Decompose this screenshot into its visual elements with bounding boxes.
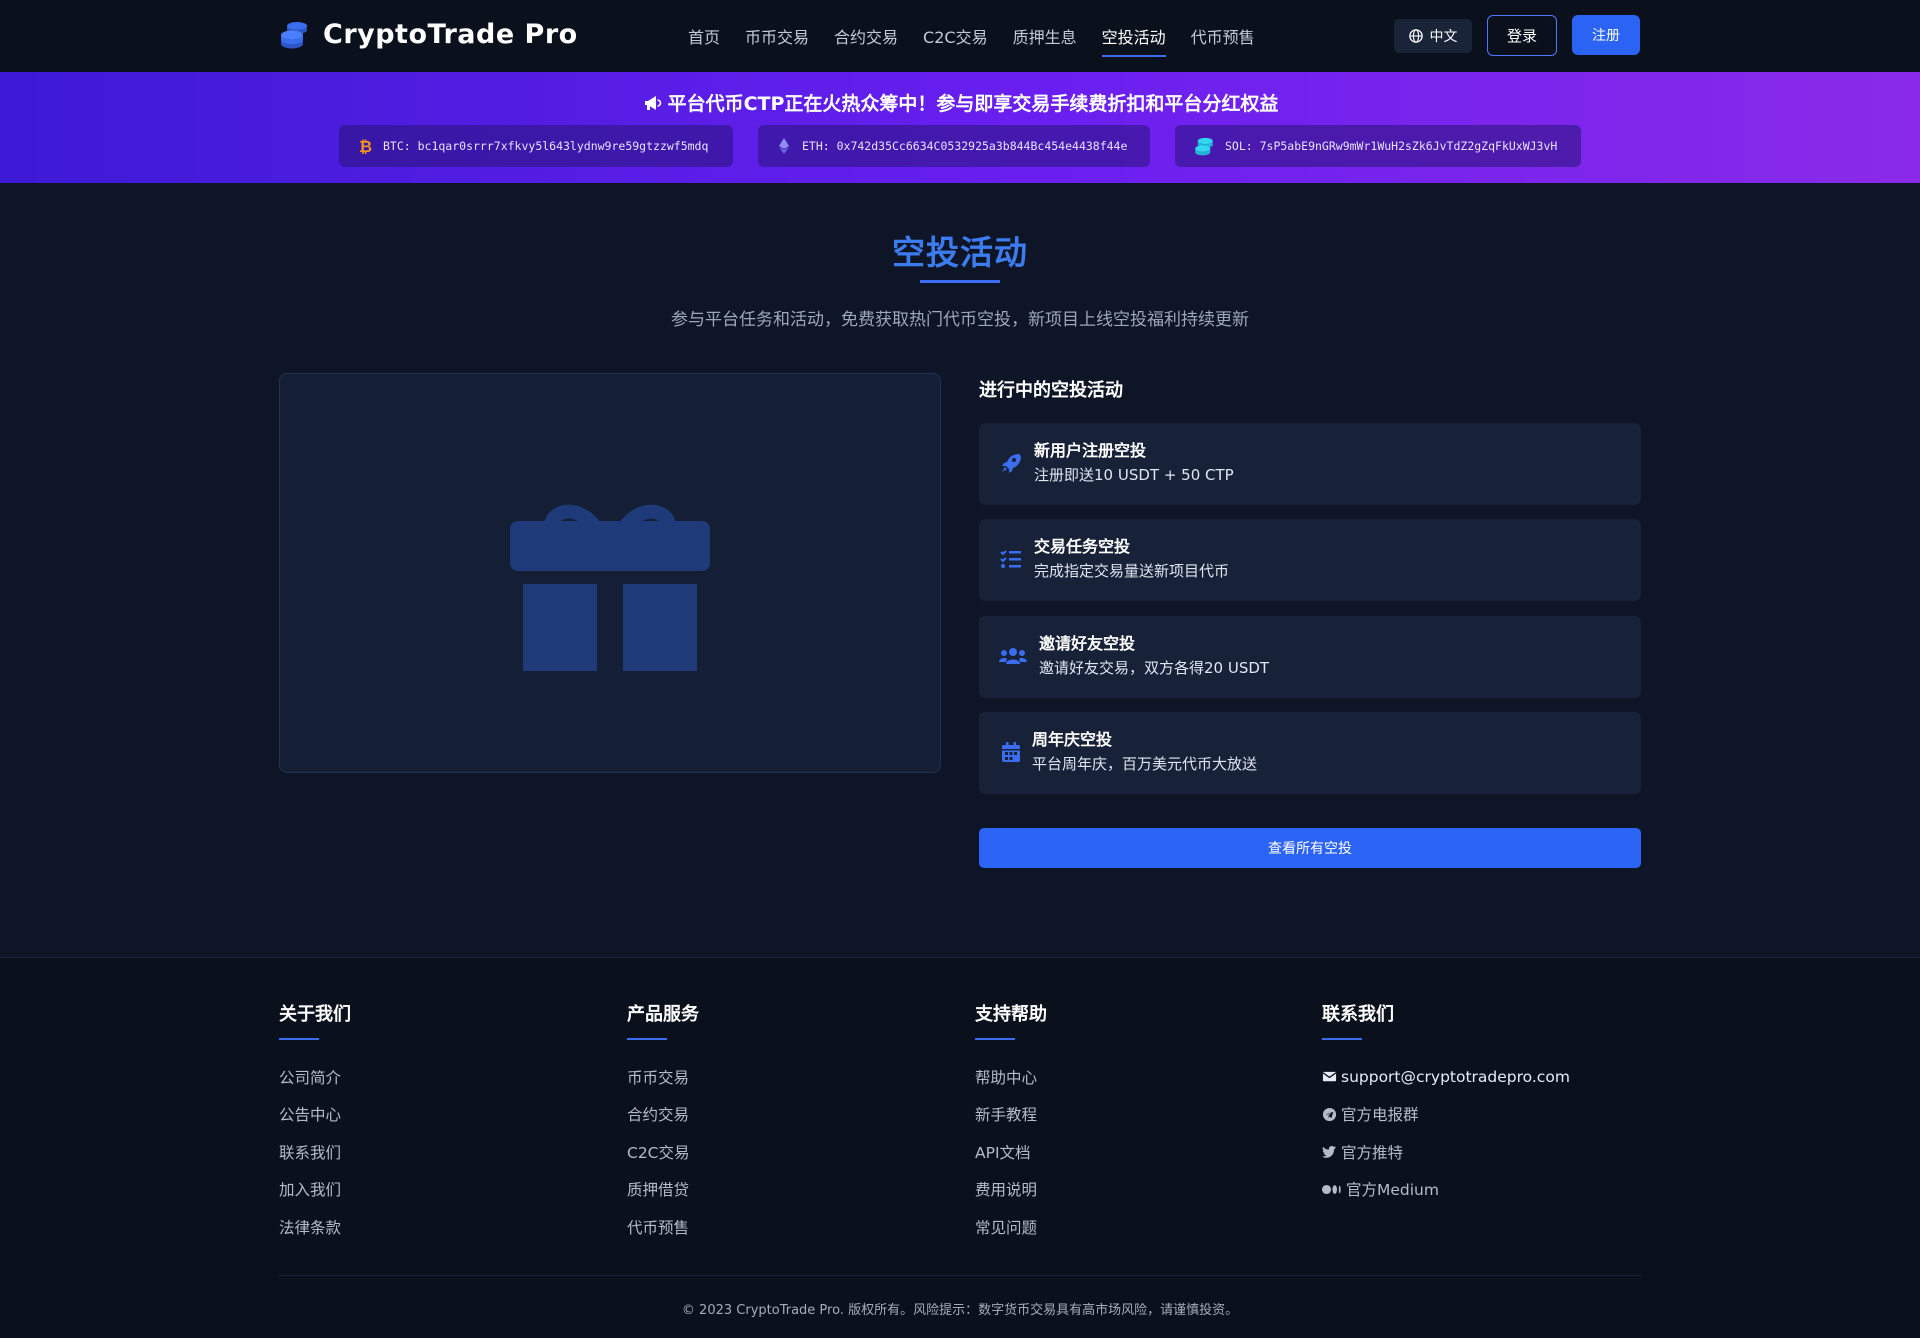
airdrop-item-invite-friends[interactable]: 邀请好友空投 邀请好友交易，双方各得20 USDT <box>979 616 1641 698</box>
footer-telegram-text: 官方电报群 <box>1341 1106 1419 1125</box>
airdrop-desc: 完成指定交易量送新项目代币 <box>1034 562 1230 580</box>
copyright-text: © 2023 CryptoTrade Pro. 版权所有。风险提示：数字货币交易… <box>681 1303 1239 1318</box>
footer-heading-underline <box>1322 1038 1362 1040</box>
nav-item-home[interactable]: 首页 <box>688 18 720 54</box>
footer-link[interactable]: 合约交易 <box>627 1096 957 1134</box>
footer-divider <box>279 1275 1641 1276</box>
login-button[interactable]: 登录 <box>1487 15 1557 56</box>
footer-heading: 联系我们 <box>1322 1004 1394 1025</box>
footer-heading-underline <box>279 1038 319 1040</box>
airdrop-name: 周年庆空投 <box>1032 730 1113 749</box>
airdrop-desc: 邀请好友交易，双方各得20 USDT <box>1039 659 1270 677</box>
eth-address-text: ETH: 0x742d35Cc6634C0532925a3b844Bc454e4… <box>802 139 1128 153</box>
footer-heading-underline <box>627 1038 667 1040</box>
footer-medium-text: 官方Medium <box>1346 1181 1439 1200</box>
footer-medium-link[interactable]: 官方Medium <box>1322 1171 1652 1209</box>
footer-column-about: 关于我们 公司简介 公告中心 联系我们 加入我们 法律条款 <box>279 1000 609 1246</box>
airdrop-item-new-user[interactable]: 新用户注册空投 注册即送10 USDT + 50 CTP <box>979 423 1641 505</box>
footer-email-text: support@cryptotradepro.com <box>1341 1067 1570 1086</box>
list-check-icon <box>1000 550 1021 568</box>
footer-column-contact: 联系我们 support@cryptotradepro.com 官方电报群 官方… <box>1322 1000 1652 1208</box>
btc-address[interactable]: ₿ BTC: bc1qar0srrr7xfkvy5l643lydnw9re59g… <box>339 125 733 167</box>
footer-heading-underline <box>975 1038 1015 1040</box>
nav-item-airdrop[interactable]: 空投活动 <box>1101 18 1166 57</box>
footer-twitter-text: 官方推特 <box>1341 1143 1404 1162</box>
footer-link[interactable]: 公司简介 <box>279 1058 609 1096</box>
footer-column-products: 产品服务 币币交易 合约交易 C2C交易 质押借贷 代币预售 <box>627 1000 957 1246</box>
title-underline <box>920 280 1000 283</box>
eth-address[interactable]: ETH: 0x742d35Cc6634C0532925a3b844Bc454e4… <box>758 125 1150 167</box>
airdrop-section: 空投活动 参与平台任务和活动，免费获取热门代币空投，新项目上线空投福利持续更新 … <box>0 183 1920 957</box>
airdrop-item-anniversary[interactable]: 周年庆空投 平台周年庆，百万美元代币大放送 <box>979 712 1641 794</box>
gift-illustration-card <box>279 373 941 773</box>
language-button[interactable]: 中文 <box>1394 19 1472 53</box>
airdrop-desc: 平台周年庆，百万美元代币大放送 <box>1032 755 1258 773</box>
footer-telegram-link[interactable]: 官方电报群 <box>1322 1096 1652 1134</box>
bitcoin-icon: ₿ <box>359 138 372 154</box>
footer-column-support: 支持帮助 帮助中心 新手教程 API文档 费用说明 常见问题 <box>975 1000 1305 1246</box>
register-button[interactable]: 注册 <box>1572 15 1640 55</box>
nav-item-futures[interactable]: 合约交易 <box>834 18 898 54</box>
footer-heading: 支持帮助 <box>975 1004 1047 1025</box>
language-label: 中文 <box>1429 29 1458 45</box>
footer-email-link[interactable]: support@cryptotradepro.com <box>1322 1058 1652 1096</box>
ethereum-icon <box>779 138 789 154</box>
gift-icon <box>510 504 710 671</box>
airdrop-desc: 注册即送10 USDT + 50 CTP <box>1034 466 1234 484</box>
view-all-airdrops-button[interactable]: 查看所有空投 <box>979 828 1641 868</box>
footer-twitter-link[interactable]: 官方推特 <box>1322 1133 1652 1171</box>
footer-link[interactable]: 新手教程 <box>975 1096 1305 1134</box>
airdrop-name: 交易任务空投 <box>1034 537 1131 556</box>
footer-link[interactable]: 质押借贷 <box>627 1171 957 1209</box>
btc-address-text: BTC: bc1qar0srrr7xfkvy5l643lydnw9re59gtz… <box>383 139 709 153</box>
solana-icon <box>1195 137 1213 156</box>
top-header: CryptoTrade Pro 首页 币币交易 合约交易 C2C交易 质押生息 … <box>0 0 1920 72</box>
banner-title: 平台代币CTP正在火热众筹中！参与即享交易手续费折扣和平台分红权益 <box>0 89 1920 116</box>
promo-banner: 平台代币CTP正在火热众筹中！参与即享交易手续费折扣和平台分红权益 ₿ BTC:… <box>0 72 1920 183</box>
banner-title-text: 平台代币CTP正在火热众筹中！参与即享交易手续费折扣和平台分红权益 <box>667 93 1279 115</box>
twitter-icon <box>1322 1146 1337 1159</box>
footer-link[interactable]: C2C交易 <box>627 1133 957 1171</box>
users-icon <box>999 648 1027 664</box>
main-nav: 首页 币币交易 合约交易 C2C交易 质押生息 空投活动 代币预售 <box>688 0 1255 72</box>
calendar-icon <box>1002 742 1020 762</box>
sol-address-text: SOL: 7sP5abE9nGRw9mWr1WuH2sZk6JvTdZ2gZqF… <box>1225 139 1558 153</box>
footer-link[interactable]: 常见问题 <box>975 1208 1305 1246</box>
footer-link[interactable]: 联系我们 <box>279 1133 609 1171</box>
footer-heading: 关于我们 <box>279 1004 351 1025</box>
megaphone-icon <box>644 95 661 110</box>
airdrop-name: 新用户注册空投 <box>1034 441 1147 460</box>
footer-heading: 产品服务 <box>627 1004 699 1025</box>
footer-link[interactable]: 加入我们 <box>279 1171 609 1209</box>
nav-item-presale[interactable]: 代币预售 <box>1191 18 1255 54</box>
footer-link[interactable]: 帮助中心 <box>975 1058 1305 1096</box>
nav-item-c2c[interactable]: C2C交易 <box>923 18 988 54</box>
airdrop-item-trading-task[interactable]: 交易任务空投 完成指定交易量送新项目代币 <box>979 519 1641 601</box>
active-airdrops-title: 进行中的空投活动 <box>979 380 1123 401</box>
nav-item-staking[interactable]: 质押生息 <box>1013 18 1077 54</box>
globe-icon <box>1408 29 1423 43</box>
page-title: 空投活动 <box>892 233 1028 272</box>
sol-address[interactable]: SOL: 7sP5abE9nGRw9mWr1WuH2sZk6JvTdZ2gZqF… <box>1175 125 1581 167</box>
airdrop-name: 邀请好友空投 <box>1039 634 1136 653</box>
footer-link[interactable]: 费用说明 <box>975 1171 1305 1209</box>
footer-link[interactable]: 代币预售 <box>627 1208 957 1246</box>
logo[interactable]: CryptoTrade Pro <box>279 18 578 50</box>
telegram-icon <box>1322 1107 1337 1121</box>
footer-link[interactable]: 公告中心 <box>279 1096 609 1134</box>
logo-text: CryptoTrade Pro <box>323 18 578 50</box>
nav-item-spot[interactable]: 币币交易 <box>745 18 809 54</box>
medium-icon <box>1322 1184 1341 1194</box>
svg-text:₿: ₿ <box>359 138 372 154</box>
footer-link[interactable]: API文档 <box>975 1133 1305 1171</box>
page-subtitle: 参与平台任务和活动，免费获取热门代币空投，新项目上线空投福利持续更新 <box>671 310 1249 330</box>
footer-link[interactable]: 法律条款 <box>279 1208 609 1246</box>
rocket-icon <box>1002 454 1021 473</box>
site-footer: 关于我们 公司简介 公告中心 联系我们 加入我们 法律条款 产品服务 币币交易 … <box>0 957 1920 1338</box>
coins-icon <box>281 22 307 49</box>
envelope-icon <box>1322 1072 1337 1082</box>
footer-link[interactable]: 币币交易 <box>627 1058 957 1096</box>
